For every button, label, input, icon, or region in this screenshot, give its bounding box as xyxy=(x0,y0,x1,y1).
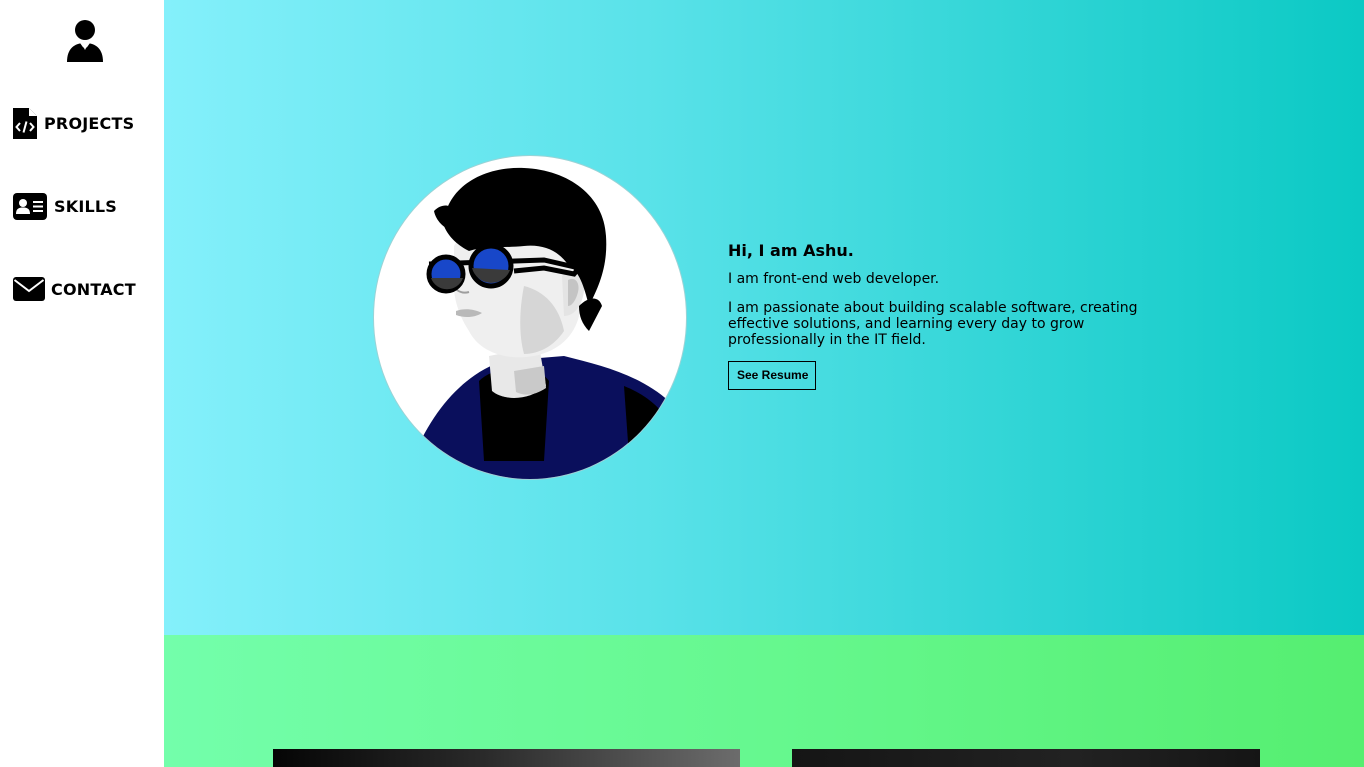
sidebar-item-label: SKILLS xyxy=(54,197,117,216)
greeting-heading: Hi, I am Ashu. xyxy=(728,241,854,260)
role-text: I am front-end web developer. xyxy=(728,271,940,287)
envelope-icon xyxy=(13,277,45,301)
sidebar-item-label: PROJECTS xyxy=(44,114,135,133)
sidebar-item-skills[interactable]: SKILLS xyxy=(13,193,117,220)
see-resume-button[interactable]: See Resume xyxy=(728,361,817,390)
sidebar-item-projects[interactable]: PROJECTS xyxy=(13,108,134,139)
hero-section: Hi, I am Ashu. I am front-end web develo… xyxy=(164,0,1364,635)
intro-block: Hi, I am Ashu. I am front-end web develo… xyxy=(728,241,1158,390)
project-card[interactable] xyxy=(792,749,1260,767)
bio-text: I am passionate about building scalable … xyxy=(728,300,1138,348)
sidebar-item-label: CONTACT xyxy=(51,279,136,299)
project-card[interactable] xyxy=(273,749,740,767)
id-card-icon xyxy=(13,193,47,220)
code-file-icon xyxy=(13,108,37,139)
sidebar-item-contact[interactable]: CONTACT xyxy=(13,277,136,301)
projects-section xyxy=(164,635,1364,767)
profile-avatar xyxy=(373,155,687,480)
businessman-icon[interactable] xyxy=(66,20,104,62)
sidebar: PROJECTS SKILLS CONTACT xyxy=(0,0,164,767)
